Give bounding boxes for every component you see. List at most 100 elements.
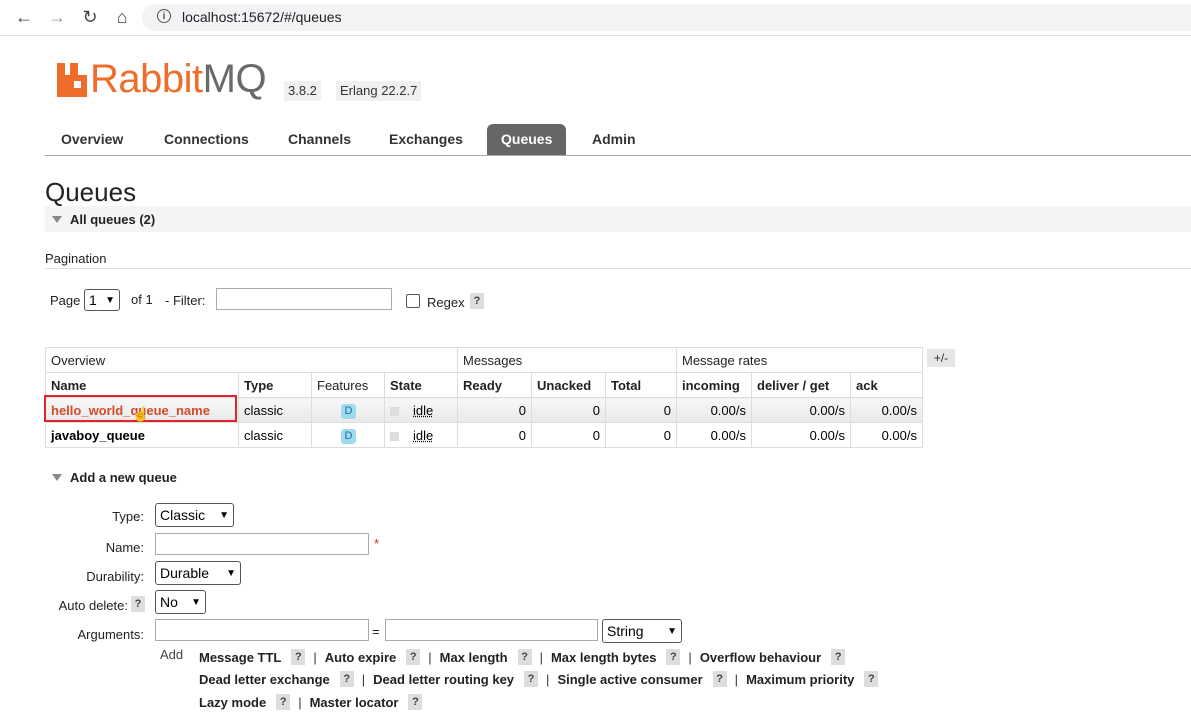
queue-type-select[interactable]: Classic ▼ — [155, 503, 234, 527]
auto-delete-label: Auto delete: — [58, 598, 128, 613]
help-icon[interactable]: ? — [666, 649, 681, 665]
durable-badge: D — [341, 403, 356, 419]
help-icon[interactable]: ? — [276, 694, 291, 710]
col-ready[interactable]: Ready — [457, 372, 532, 398]
required-marker: * — [374, 536, 380, 551]
regex-help-icon[interactable]: ? — [470, 293, 484, 309]
tab-connections[interactable]: Connections — [164, 124, 249, 155]
page-of-label: of 1 — [131, 292, 153, 307]
arguments-label: Arguments: — [77, 627, 144, 642]
group-header-messages: Messages — [457, 347, 677, 373]
auto-delete-select[interactable]: No ▼ — [155, 590, 206, 614]
argument-value-input[interactable] — [385, 619, 598, 641]
separator: | — [298, 694, 302, 710]
tab-overview[interactable]: Overview — [61, 124, 123, 155]
queue-ack: 0.00/s — [850, 422, 923, 448]
help-icon[interactable]: ? — [524, 671, 539, 687]
tab-channels[interactable]: Channels — [288, 124, 351, 155]
queue-name-link[interactable]: javaboy_queue — [51, 428, 145, 443]
pagination-divider — [45, 268, 1191, 269]
all-queues-section-header[interactable] — [45, 206, 1191, 232]
durability-value: Durable — [160, 565, 210, 581]
chevron-down-icon: ▼ — [105, 294, 115, 306]
page-title: Queues — [45, 177, 137, 207]
add-argument-label: Add — [160, 647, 184, 662]
back-arrow-icon[interactable]: ← — [14, 7, 34, 27]
col-type[interactable]: Type — [238, 372, 312, 398]
arg-message-ttl-link[interactable]: Message TTL — [199, 650, 281, 665]
col-deliver-get[interactable]: deliver / get — [751, 372, 851, 398]
filter-label: - Filter: — [165, 293, 206, 308]
page-select[interactable]: 1 ▼ — [84, 289, 120, 311]
queue-state: idle — [413, 402, 434, 418]
separator: | — [688, 649, 692, 665]
arg-overflow-behaviour-link[interactable]: Overflow behaviour — [700, 650, 821, 665]
arg-maximum-priority-link[interactable]: Maximum priority — [746, 672, 854, 687]
help-icon[interactable]: ? — [408, 694, 423, 710]
tab-queues[interactable]: Queues — [487, 124, 567, 155]
separator: | — [313, 649, 317, 665]
col-ack[interactable]: ack — [850, 372, 923, 398]
argument-type-select[interactable]: String ▼ — [602, 619, 682, 643]
queue-state: idle — [413, 427, 434, 443]
separator: | — [428, 649, 432, 665]
queue-name-input[interactable] — [155, 533, 369, 555]
version-badge: 3.8.2 — [284, 81, 321, 101]
col-state[interactable]: State — [384, 372, 458, 398]
tabs-divider — [45, 155, 1191, 156]
col-incoming[interactable]: incoming — [676, 372, 752, 398]
queue-ack: 0.00/s — [850, 397, 923, 423]
arg-auto-expire-link[interactable]: Auto expire — [325, 650, 397, 665]
arg-lazy-mode-link[interactable]: Lazy mode — [199, 695, 266, 710]
col-name[interactable]: Name — [45, 372, 239, 398]
collapse-triangle-icon[interactable] — [52, 474, 62, 481]
arg-dead-letter-routing-key-link[interactable]: Dead letter routing key — [373, 672, 514, 687]
arg-master-locator-link[interactable]: Master locator — [310, 695, 399, 710]
chevron-down-icon: ▼ — [219, 509, 229, 521]
help-icon[interactable]: ? — [339, 671, 354, 687]
help-icon[interactable]: ? — [864, 671, 879, 687]
help-icon[interactable]: ? — [406, 649, 421, 665]
forward-arrow-icon[interactable]: → — [47, 7, 67, 27]
queue-type: classic — [238, 422, 312, 448]
filter-input[interactable] — [216, 288, 392, 310]
durability-label: Durability: — [86, 569, 144, 584]
type-label: Type: — [112, 509, 144, 524]
arg-max-length-link[interactable]: Max length — [440, 650, 508, 665]
queue-type: classic — [238, 397, 312, 423]
queue-type-value: Classic — [160, 507, 206, 523]
help-icon[interactable]: ? — [712, 671, 727, 687]
queue-ready: 0 — [457, 397, 532, 423]
arg-max-length-bytes-link[interactable]: Max length bytes — [551, 650, 656, 665]
regex-checkbox[interactable] — [406, 294, 420, 308]
tab-exchanges[interactable]: Exchanges — [389, 124, 463, 155]
argument-key-input[interactable] — [155, 619, 369, 641]
help-icon[interactable]: ? — [517, 649, 532, 665]
rabbitmq-logo-icon — [57, 63, 87, 97]
auto-delete-help-icon[interactable]: ? — [131, 596, 145, 612]
reload-icon[interactable]: ↻ — [80, 7, 100, 27]
logo-wordmark: RabbitMQ — [90, 57, 267, 101]
tab-admin[interactable]: Admin — [592, 124, 636, 155]
arg-single-active-consumer-link[interactable]: Single active consumer — [557, 672, 702, 687]
equals-sign: = — [372, 624, 380, 639]
chevron-down-icon: ▼ — [226, 567, 236, 579]
arg-dead-letter-exchange-link[interactable]: Dead letter exchange — [199, 672, 330, 687]
help-icon[interactable]: ? — [291, 649, 306, 665]
hand-cursor-icon: ☝ — [132, 406, 150, 422]
columns-toggle-button[interactable]: +/- — [927, 349, 955, 367]
site-info-icon[interactable]: i — [157, 9, 171, 23]
help-icon[interactable]: ? — [831, 649, 846, 665]
col-total[interactable]: Total — [605, 372, 677, 398]
collapse-triangle-icon[interactable] — [52, 216, 62, 223]
col-features[interactable]: Features — [311, 372, 385, 398]
address-url[interactable]: localhost:15672/#/queues — [182, 9, 342, 25]
name-label: Name: — [105, 540, 144, 555]
home-icon[interactable]: ⌂ — [112, 7, 132, 27]
table-row[interactable]: javaboy_queue classic D idle 0 0 0 0.00/… — [45, 422, 923, 448]
regex-label: Regex — [427, 295, 465, 310]
add-queue-title[interactable]: Add a new queue — [70, 470, 177, 485]
durability-select[interactable]: Durable ▼ — [155, 561, 241, 585]
all-queues-title[interactable]: All queues (2) — [70, 212, 155, 227]
col-unacked[interactable]: Unacked — [531, 372, 606, 398]
